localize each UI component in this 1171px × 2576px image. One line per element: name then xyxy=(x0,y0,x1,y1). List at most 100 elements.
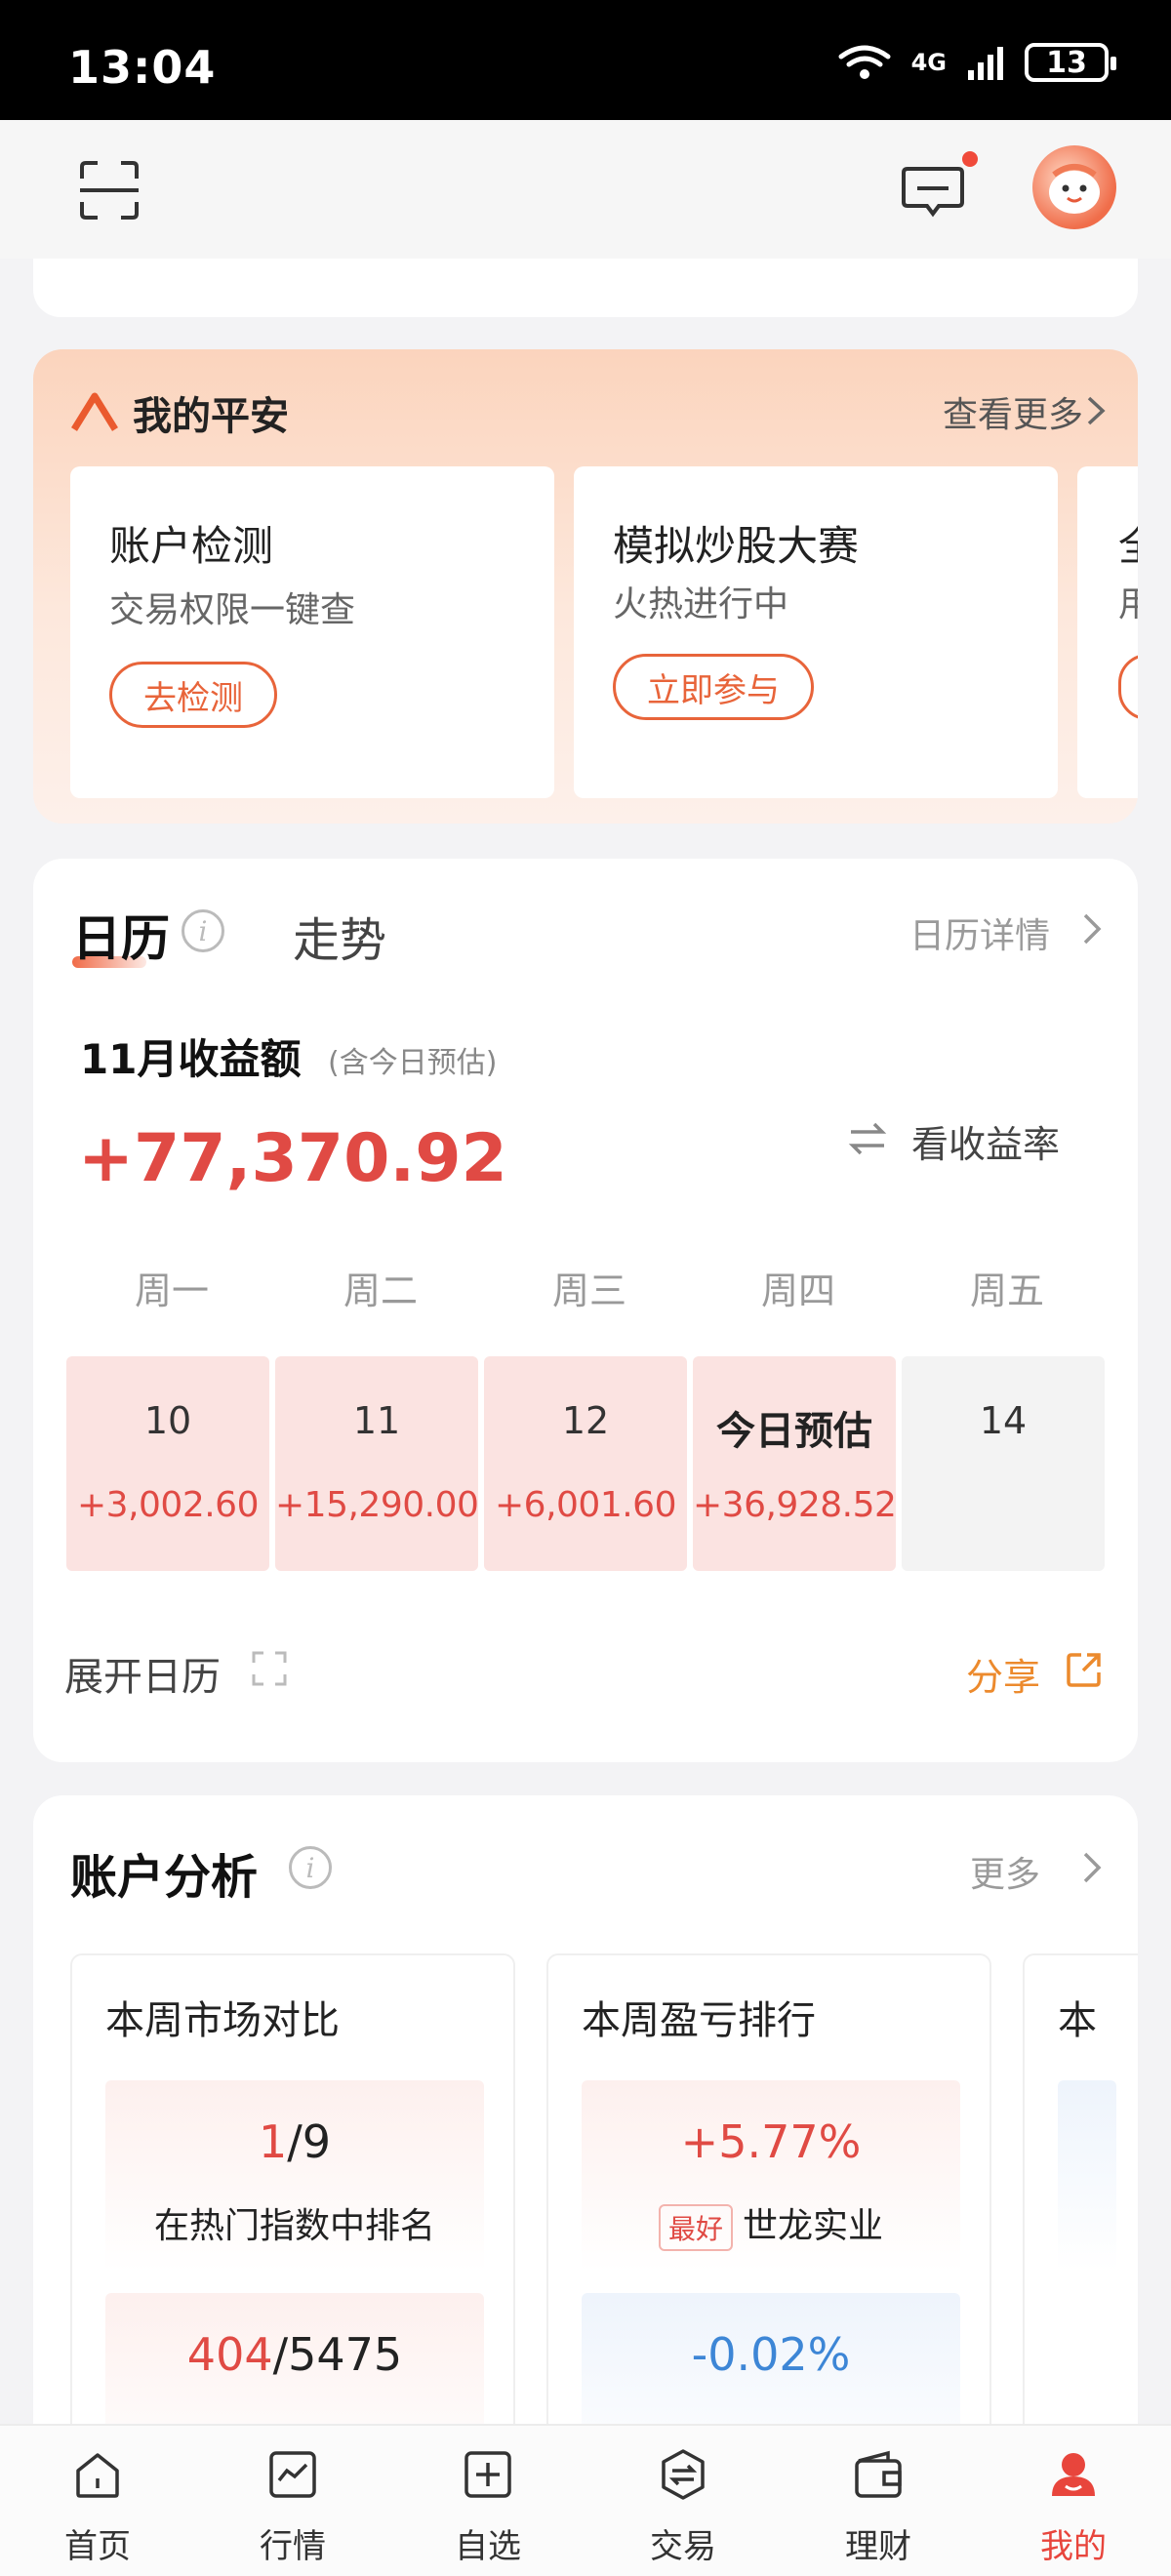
weekday-label: 周三 xyxy=(551,1269,626,1312)
best-tag: 最好 xyxy=(658,2204,733,2251)
day-profit: +3,002.60 xyxy=(77,1485,259,1525)
weekday-label: 周四 xyxy=(760,1269,835,1312)
notification-dot xyxy=(962,151,978,167)
bottom-navigation: 首页 行情 自选 交易 理财 我的 xyxy=(0,2424,1171,2576)
view-return-rate-toggle[interactable]: 看收益率 xyxy=(911,1114,1060,1168)
weekday-label: 周一 xyxy=(134,1269,209,1312)
profile-icon xyxy=(1052,2453,1095,2496)
add-watchlist-icon xyxy=(464,2451,511,2498)
info-icon[interactable]: i xyxy=(289,1846,332,1889)
card-title: 账户检测 xyxy=(109,522,274,570)
expand-icon[interactable] xyxy=(250,1649,289,1688)
previous-card-fragment xyxy=(33,259,1138,317)
rank-value: 404/5475 xyxy=(105,2328,484,2381)
avatar[interactable] xyxy=(1032,145,1116,229)
signal-icon xyxy=(968,47,1003,80)
expand-calendar-link[interactable]: 展开日历 xyxy=(64,1645,221,1702)
chevron-right-icon[interactable] xyxy=(1081,911,1105,946)
card-subtitle: 交易权限一键查 xyxy=(109,590,356,630)
status-indicators: 4G 13 xyxy=(837,43,1116,82)
nav-watchlist[interactable]: 自选 xyxy=(390,2426,586,2576)
index-rank-box: 1/9 在热门指数中排名 xyxy=(105,2080,484,2272)
wifi-icon xyxy=(838,45,891,79)
nav-label: 首页 xyxy=(64,2527,131,2566)
top-header xyxy=(0,120,1171,259)
best-stock-label: 最好 世龙实业 xyxy=(582,2197,960,2251)
rank-label: 在热门指数中排名 xyxy=(153,2206,435,2246)
nav-home[interactable]: 首页 xyxy=(0,2426,195,2576)
card-title: 本周市场对比 xyxy=(105,1998,340,2043)
more-link[interactable]: 更多 xyxy=(970,1846,1040,1897)
nav-label: 理财 xyxy=(845,2527,911,2566)
nav-label: 行情 xyxy=(260,2527,326,2566)
day-number: 10 xyxy=(143,1399,192,1442)
network-type: 4G xyxy=(910,49,947,76)
message-icon[interactable] xyxy=(902,163,964,220)
best-stock-name: 世龙实业 xyxy=(743,2206,884,2246)
day-profit: +6,001.60 xyxy=(495,1485,676,1525)
share-link[interactable]: 分享 xyxy=(966,1647,1040,1701)
rank-total: /5475 xyxy=(272,2328,403,2381)
battery-level: 13 xyxy=(1046,45,1087,80)
nav-label: 自选 xyxy=(455,2527,521,2566)
weekday-label: 周二 xyxy=(343,1269,418,1312)
scan-icon[interactable] xyxy=(78,159,141,221)
card-title: 本 xyxy=(1058,1998,1097,2043)
join-button[interactable]: 立即参与 xyxy=(613,654,814,720)
pingan-title: 我的平安 xyxy=(133,394,289,439)
nav-label: 我的 xyxy=(1040,2527,1107,2566)
pingan-logo-icon xyxy=(71,392,118,431)
account-check-card[interactable]: 账户检测 交易权限一键查 去检测 xyxy=(70,466,554,798)
worst-return: -0.02% xyxy=(691,2328,851,2381)
day-number: 今日预估 xyxy=(716,1409,872,1454)
status-bar: 13:04 4G 13 xyxy=(0,0,1171,120)
day-number: 11 xyxy=(352,1399,401,1442)
view-more-link[interactable]: 查看更多 xyxy=(943,386,1083,437)
month-profit-amount: +77,370.92 xyxy=(78,1120,507,1197)
month-profit-note: (含今日预估) xyxy=(328,1046,498,1080)
card-subtitle: 用 xyxy=(1118,584,1138,624)
rank-number: 404 xyxy=(186,2328,273,2381)
share-icon[interactable] xyxy=(1066,1651,1103,1688)
chevron-right-icon[interactable] xyxy=(1085,394,1109,427)
calendar-day-cell[interactable]: 12 +6,001.60 xyxy=(484,1356,687,1571)
nav-market[interactable]: 行情 xyxy=(195,2426,390,2576)
chart-icon xyxy=(269,2451,316,2498)
switch-icon[interactable] xyxy=(847,1120,888,1157)
nav-profile[interactable]: 我的 xyxy=(976,2426,1171,2576)
rank-total: /9 xyxy=(287,2115,332,2168)
day-profit: +36,928.52 xyxy=(693,1485,897,1525)
day-profit: +15,290.00 xyxy=(275,1485,479,1525)
rank-value: 1/9 xyxy=(105,2115,484,2168)
exchange-icon xyxy=(662,2449,705,2500)
rank-number: 1 xyxy=(258,2115,288,2168)
calendar-detail-link[interactable]: 日历详情 xyxy=(909,907,1050,958)
day-number: 14 xyxy=(979,1399,1028,1442)
tab-trend[interactable]: 走势 xyxy=(293,902,386,970)
info-icon[interactable]: i xyxy=(182,909,224,952)
calendar-day-cell[interactable]: 11 +15,290.00 xyxy=(275,1356,479,1571)
tab-calendar[interactable]: 日历 xyxy=(72,900,170,970)
my-pingan-section: 我的平安 查看更多 账户检测 交易权限一键查 去检测 模拟炒股大赛 火热进行中 … xyxy=(33,349,1138,824)
best-stock-box: +5.77% 最好 世龙实业 xyxy=(582,2080,960,2272)
card-button-partial[interactable] xyxy=(1118,654,1138,720)
nav-wealth[interactable]: 理财 xyxy=(781,2426,976,2576)
home-icon xyxy=(76,2453,119,2498)
calendar-day-cell[interactable]: 10 +3,002.60 xyxy=(66,1356,269,1571)
best-return: +5.77% xyxy=(680,2115,862,2168)
partial-box xyxy=(1058,2080,1116,2272)
analysis-title: 账户分析 xyxy=(70,1850,259,1905)
card-title: 全 xyxy=(1118,513,1138,573)
month-profit-label: 11月收益额 xyxy=(80,1035,302,1083)
mascot-icon xyxy=(1049,164,1100,214)
stock-contest-card[interactable]: 模拟炒股大赛 火热进行中 立即参与 xyxy=(574,466,1058,798)
weekday-label: 周五 xyxy=(969,1269,1044,1312)
profit-calendar-card: 日历 i 走势 日历详情 11月收益额 (含今日预估) +77,370.92 看… xyxy=(33,859,1138,1762)
calendar-day-cell-today[interactable]: 今日预估 +36,928.52 xyxy=(693,1356,897,1571)
nav-trade[interactable]: 交易 xyxy=(586,2426,781,2576)
calendar-day-cell[interactable]: 14 xyxy=(902,1356,1105,1571)
third-card-partial[interactable]: 全 用 xyxy=(1077,466,1138,798)
card-subtitle: 火热进行中 xyxy=(613,584,789,624)
chevron-right-icon[interactable] xyxy=(1081,1850,1105,1885)
check-button[interactable]: 去检测 xyxy=(109,662,277,728)
